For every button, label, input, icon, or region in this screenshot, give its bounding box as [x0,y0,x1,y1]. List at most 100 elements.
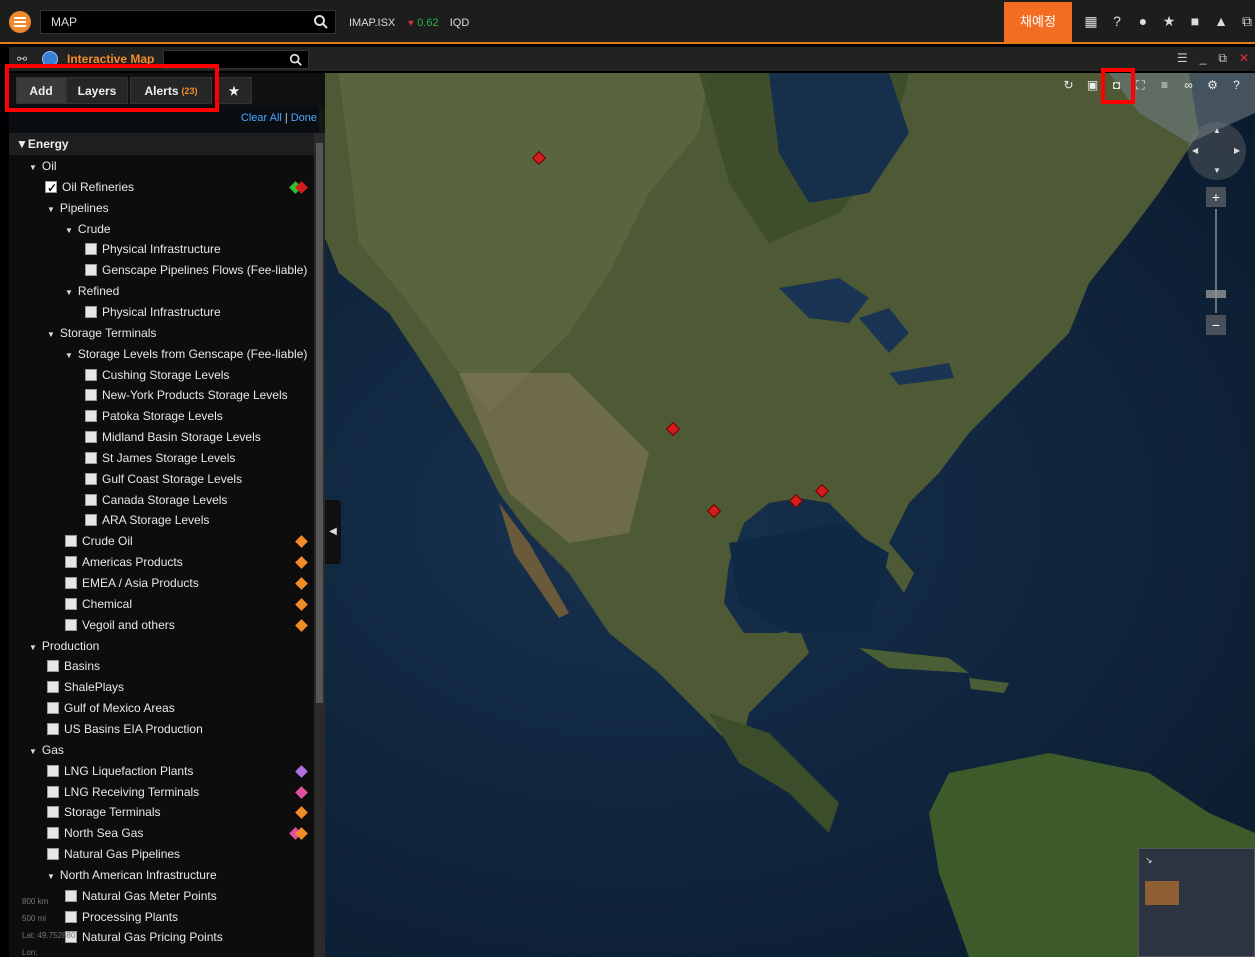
tree-item[interactable]: EMEA / Asia Products [65,573,199,593]
tree-item[interactable]: Patoka Storage Levels [85,406,223,426]
layout-icon[interactable]: ▦ [1082,12,1100,30]
expand-arrow-icon[interactable]: ▼ [65,226,73,235]
tree-item[interactable]: ARA Storage Levels [85,510,209,530]
bell-icon[interactable]: ▲ [1212,12,1230,30]
tree-group[interactable]: ▼ Production [29,636,99,656]
tree-scrollbar[interactable] [314,133,325,957]
pan-left-icon[interactable]: ◀ [1192,146,1198,155]
tree-group[interactable]: ▼ Refined [65,281,119,301]
layer-checkbox[interactable] [85,493,97,506]
layer-checkbox[interactable] [47,827,59,840]
tree-section-energy[interactable]: ▼Energy [9,133,315,155]
collapse-panel-button[interactable]: ◀ [325,500,341,564]
link-icon[interactable]: ∞ [1180,76,1197,94]
tree-item[interactable]: North Sea Gas [47,823,143,843]
layer-checkbox[interactable] [47,764,59,777]
pan-down-icon[interactable]: ▼ [1213,166,1221,175]
layer-checkbox[interactable] [85,514,97,527]
list-icon[interactable]: ≡ [1156,76,1173,94]
layer-checkbox[interactable] [85,389,97,402]
menu-icon[interactable]: ☰ [1177,51,1188,66]
overview-minimap[interactable]: ↘ [1138,848,1255,957]
tree-item[interactable]: Midland Basin Storage Levels [85,427,261,447]
close-icon[interactable]: ✕ [1239,51,1249,66]
clear-all-link[interactable]: Clear All [241,112,282,124]
tree-item[interactable]: Oil Refineries [45,177,134,198]
tree-item[interactable]: Chemical [65,594,132,614]
layer-checkbox[interactable] [65,535,77,548]
tree-item[interactable]: Cushing Storage Levels [85,365,229,385]
tree-item[interactable]: Natural Gas Meter Points [65,886,217,906]
layer-checkbox[interactable] [47,806,59,819]
refresh-icon[interactable]: ↻ [1060,76,1077,94]
pan-right-icon[interactable]: ▶ [1234,146,1240,155]
tree-item[interactable]: Canada Storage Levels [85,490,227,510]
tree-item[interactable]: Physical Infrastructure [85,239,221,259]
star-icon[interactable]: ★ [1160,12,1178,30]
tree-item[interactable]: US Basins EIA Production [47,719,203,739]
zoom-out-button[interactable]: − [1206,315,1226,335]
done-link[interactable]: Done [291,112,317,124]
search-icon[interactable] [289,53,303,67]
tree-group[interactable]: ▼ Pipelines [47,198,109,218]
tree-item[interactable]: New-York Products Storage Levels [85,385,288,405]
zoom-slider-handle[interactable] [1206,290,1226,298]
tree-item[interactable]: Crude Oil [65,531,133,551]
expand-arrow-icon[interactable]: ▼ [65,351,73,360]
expand-arrow-icon[interactable]: ▼ [29,643,37,652]
expand-arrow-icon[interactable]: ▼ [47,205,55,214]
layer-checkbox[interactable] [85,368,97,381]
collapse-overview-icon[interactable]: ↘ [1145,855,1153,866]
expand-arrow-icon[interactable]: ▼ [65,288,73,297]
expand-arrow-icon[interactable]: ▼ [47,330,55,339]
minimize-icon[interactable]: _ [1200,51,1207,66]
tree-group[interactable]: ▼ Gas [29,740,64,760]
layer-checkbox[interactable] [65,556,77,569]
briefcase-icon[interactable]: ■ [1186,12,1204,30]
tree-group[interactable]: ▼ Storage Levels from Genscape (Fee-liabl… [65,344,307,364]
layer-checkbox[interactable] [65,597,77,610]
tree-item[interactable]: Natural Gas Pricing Points [65,927,223,947]
expand-arrow-icon[interactable]: ▼ [29,163,37,172]
tree-item[interactable]: ShalePlays [47,677,124,697]
expand-arrow-icon[interactable]: ▼ [47,872,55,881]
expand-arrow-icon[interactable]: ▼ [29,747,37,756]
layer-checkbox[interactable] [85,305,97,318]
search-icon[interactable] [313,14,329,30]
help-icon[interactable]: ? [1108,12,1126,30]
settings-icon[interactable]: ⚙ [1204,76,1221,94]
ticker[interactable]: IMAP.ISX ▼ 0.62 IQD [349,17,469,29]
layer-checkbox[interactable] [47,722,59,735]
user-button[interactable]: 채예정 [1004,2,1072,42]
tree-item[interactable]: Basins [47,656,100,676]
layer-checkbox[interactable] [65,618,77,631]
tree-item[interactable]: Vegoil and others [65,615,175,635]
app-menu-icon[interactable] [9,11,31,33]
layer-checkbox[interactable] [65,577,77,589]
scrollbar-thumb[interactable] [316,143,323,703]
tree-item[interactable]: LNG Receiving Terminals [47,782,199,802]
help-icon[interactable]: ? [1228,76,1245,94]
tab-favorites[interactable]: ★ [216,77,252,104]
overview-viewport[interactable] [1145,881,1179,905]
tree-item[interactable]: St James Storage Levels [85,448,235,468]
tree-item[interactable]: LNG Liquefaction Plants [47,761,193,781]
layer-checkbox[interactable] [47,702,59,715]
tree-item[interactable]: Gulf of Mexico Areas [47,698,175,718]
tree-group[interactable]: ▼ Storage Terminals [47,323,156,343]
layer-checkbox[interactable] [85,431,97,444]
tree-item[interactable]: Natural Gas Pipelines [47,844,180,864]
restore-icon[interactable]: ⧉ [1218,51,1227,66]
layer-checkbox[interactable] [45,178,57,198]
tree-item[interactable]: Storage Terminals [47,802,161,822]
bookmark-icon[interactable]: ▣ [1084,76,1101,94]
tree-group[interactable]: ▼ North American Infrastructure [47,865,217,885]
layer-checkbox[interactable] [85,410,97,423]
pan-control[interactable]: ▲ ▼ ◀ ▶ [1188,122,1246,180]
pan-up-icon[interactable]: ▲ [1213,126,1221,135]
command-search-input[interactable]: MAP [40,10,336,34]
tree-item[interactable]: Gulf Coast Storage Levels [85,469,242,489]
window-icon[interactable]: ⧉ [1238,12,1255,30]
tree-item[interactable]: Processing Plants [65,907,178,927]
layer-checkbox[interactable] [85,243,97,256]
